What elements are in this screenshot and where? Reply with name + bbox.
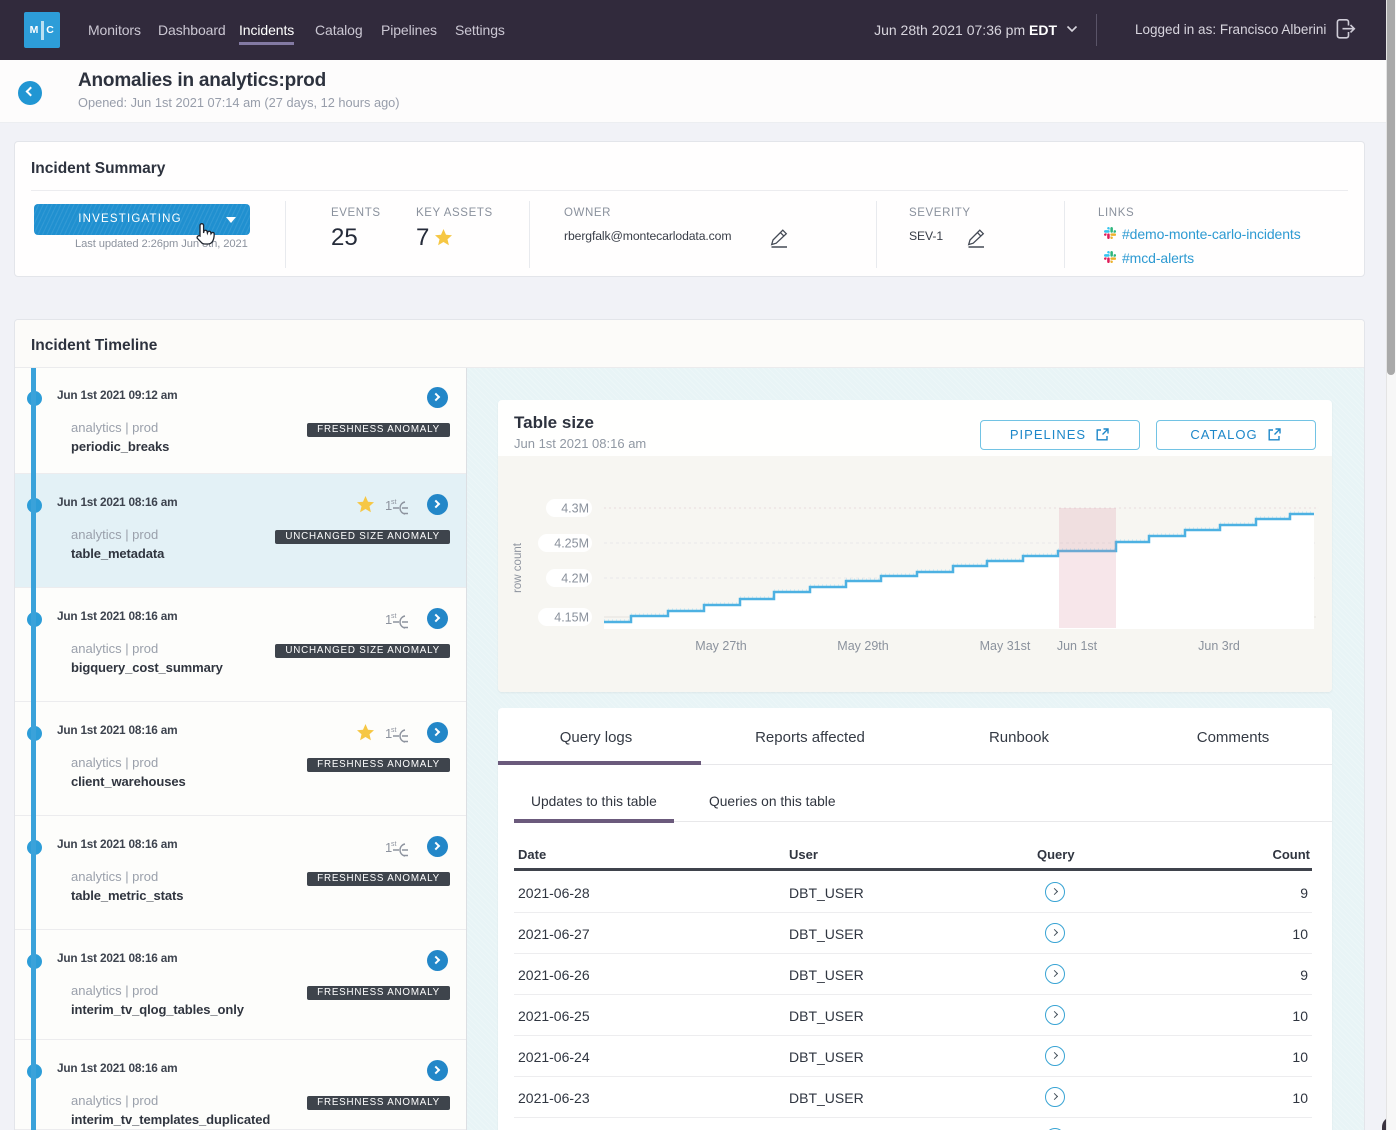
svg-text:May 31st: May 31st bbox=[980, 639, 1031, 653]
svg-text:4.3M: 4.3M bbox=[561, 502, 589, 516]
svg-text:Jun 3rd: Jun 3rd bbox=[1198, 639, 1240, 653]
svg-text:4.25M: 4.25M bbox=[554, 537, 589, 551]
svg-text:4.2M: 4.2M bbox=[561, 572, 589, 586]
svg-text:May 29th: May 29th bbox=[837, 639, 888, 653]
svg-text:st: st bbox=[391, 499, 397, 506]
svg-text:4.15M: 4.15M bbox=[554, 611, 589, 625]
svg-text:May 27th: May 27th bbox=[695, 639, 746, 653]
svg-text:st: st bbox=[391, 841, 397, 848]
svg-text:st: st bbox=[391, 727, 397, 734]
svg-text:st: st bbox=[391, 613, 397, 620]
svg-text:row count: row count bbox=[512, 542, 524, 593]
svg-text:Jun 1st: Jun 1st bbox=[1057, 639, 1098, 653]
